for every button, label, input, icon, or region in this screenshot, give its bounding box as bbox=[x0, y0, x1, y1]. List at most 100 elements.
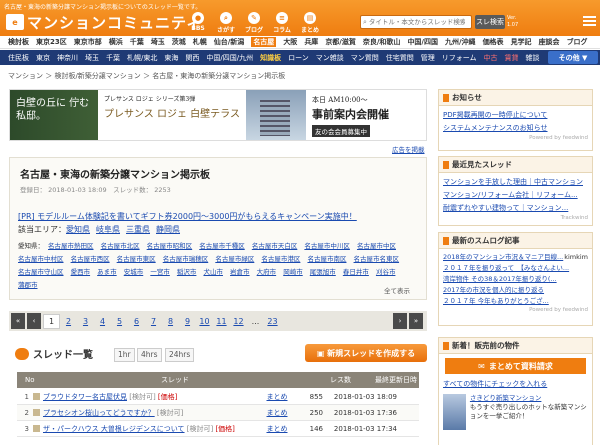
notice-item[interactable]: システムメンテナンスのお知らせ bbox=[443, 124, 548, 132]
page-link[interactable]: 1 bbox=[43, 313, 60, 329]
page-link[interactable]: 9 bbox=[179, 317, 196, 326]
city-link[interactable]: あま市 bbox=[97, 268, 117, 276]
area-nav-item[interactable]: 兵庫 bbox=[304, 37, 318, 47]
recent-item[interactable]: 耐震ずれやすい建物って｜マンション... bbox=[443, 204, 568, 212]
city-link[interactable]: 岩倉市 bbox=[230, 268, 250, 276]
page-link[interactable]: 5 bbox=[111, 317, 128, 326]
city-link[interactable]: 名古屋市熱田区 bbox=[48, 242, 94, 250]
nav-matome[interactable]: ▤ まとめ bbox=[298, 12, 322, 34]
last-page-button[interactable]: » bbox=[409, 313, 423, 329]
category-nav-item[interactable]: 住民板 bbox=[8, 53, 29, 63]
page-link[interactable]: 2 bbox=[60, 317, 77, 326]
city-link[interactable]: 春日井市 bbox=[343, 268, 369, 276]
page-link[interactable]: 10 bbox=[196, 317, 213, 326]
page-link[interactable]: 6 bbox=[128, 317, 145, 326]
page-link[interactable]: 11 bbox=[213, 317, 230, 326]
city-link[interactable]: 名古屋市南区 bbox=[307, 255, 346, 263]
promo-block[interactable]: さきどり新築マンション もうすぐ売り出しのホットな新築マンションを一挙ご紹介！ bbox=[439, 391, 592, 433]
category-nav-item[interactable]: 管理 bbox=[421, 53, 435, 63]
city-link[interactable]: 刈谷市 bbox=[376, 268, 396, 276]
next-page-button[interactable]: › bbox=[393, 313, 407, 329]
area-link[interactable]: 三重県 bbox=[126, 225, 150, 234]
promo-title[interactable]: さきどり新築マンション bbox=[470, 394, 542, 402]
city-link[interactable]: 名古屋市港区 bbox=[261, 255, 300, 263]
category-nav-item[interactable]: マン雑談 bbox=[316, 53, 344, 63]
city-link[interactable]: 大府市 bbox=[257, 268, 277, 276]
area-nav-item[interactable]: 座談会 bbox=[539, 37, 560, 47]
page-link[interactable]: 23 bbox=[264, 317, 281, 326]
city-link[interactable]: 名古屋市緑区 bbox=[215, 255, 254, 263]
page-link[interactable]: 4 bbox=[94, 317, 111, 326]
city-link[interactable]: 名古屋市名東区 bbox=[354, 255, 400, 263]
first-page-button[interactable]: « bbox=[11, 313, 25, 329]
page-link[interactable]: 7 bbox=[145, 317, 162, 326]
matome-request-button[interactable]: ✉ まとめて資料請求 bbox=[445, 358, 586, 374]
ad-banner[interactable]: 白壁の丘に 佇む私邸。 プレサンス ロジェ シリーズ第3弾 プレサンス ロジェ … bbox=[9, 89, 427, 141]
area-link[interactable]: 愛知県 bbox=[66, 225, 90, 234]
city-link[interactable]: 名古屋市中区 bbox=[357, 242, 396, 250]
notice-item[interactable]: PDF掲載再開の一時停止について bbox=[443, 111, 547, 119]
city-link[interactable]: 安城市 bbox=[124, 268, 144, 276]
city-link[interactable]: 一宮市 bbox=[150, 268, 170, 276]
area-nav-item[interactable]: 名古屋 bbox=[251, 37, 277, 47]
city-link[interactable]: 名古屋市天白区 bbox=[252, 242, 298, 250]
matome-link[interactable]: まとめ bbox=[259, 392, 295, 402]
city-link[interactable]: 名古屋市中村区 bbox=[18, 255, 64, 263]
sumlog-link[interactable]: 湾岸物件 その38＆2017年振り返り(... bbox=[443, 275, 557, 284]
page-link[interactable]: 8 bbox=[162, 317, 179, 326]
site-logo[interactable]: e マンションコミュニティ bbox=[6, 12, 202, 32]
area-nav-item[interactable]: 見学記 bbox=[511, 37, 532, 47]
category-nav-item[interactable]: 賃貸 bbox=[505, 53, 519, 63]
category-nav-item[interactable]: ローン bbox=[288, 53, 309, 63]
nav-bbs[interactable]: ● BBS bbox=[186, 12, 210, 34]
category-nav-item[interactable]: 中古 bbox=[484, 53, 498, 63]
city-link[interactable]: 岡崎市 bbox=[283, 268, 303, 276]
area-nav-item[interactable]: 千葉 bbox=[130, 37, 144, 47]
menu-icon[interactable] bbox=[583, 14, 596, 27]
sumlog-link[interactable]: 2017年の市況を個人的に振り返る bbox=[443, 286, 544, 295]
category-nav-item[interactable]: 中国/四国/九州 bbox=[206, 53, 253, 63]
price-tag[interactable]: [価格] bbox=[213, 425, 234, 433]
category-nav-item[interactable]: リフォーム bbox=[442, 53, 477, 63]
breadcrumb-item[interactable]: マンション bbox=[8, 72, 43, 80]
area-nav-item[interactable]: 札幌 bbox=[193, 37, 207, 47]
category-nav-item[interactable]: マン質問 bbox=[351, 53, 379, 63]
area-nav-item[interactable]: 東京市部 bbox=[74, 37, 102, 47]
nav-search[interactable]: ⌕ さがす bbox=[214, 12, 238, 34]
area-nav-item[interactable]: 検討板 bbox=[8, 37, 29, 47]
area-link[interactable]: 静岡県 bbox=[156, 225, 180, 234]
category-nav-item[interactable]: 東海 bbox=[164, 53, 178, 63]
category-nav-item[interactable]: 神奈川 bbox=[57, 53, 78, 63]
search-button[interactable]: スレ検索 bbox=[475, 15, 505, 29]
sort-24hrs[interactable]: 24hrs bbox=[165, 348, 195, 362]
price-tag[interactable]: [価格] bbox=[156, 393, 177, 401]
category-nav-item[interactable]: 東京 bbox=[36, 53, 50, 63]
city-link[interactable]: 名古屋市北区 bbox=[101, 242, 140, 250]
city-link[interactable]: 名古屋市東区 bbox=[117, 255, 156, 263]
pr-link[interactable]: [PR] モデルルーム体験記を書いてギフト券2000円～3000円がもらえるキャ… bbox=[18, 211, 357, 222]
city-link[interactable]: 名古屋市千種区 bbox=[199, 242, 245, 250]
sumlog-link[interactable]: 2018年のマンション市況＆マニア目線... bbox=[443, 253, 563, 262]
city-link[interactable]: 名古屋市西区 bbox=[71, 255, 110, 263]
show-all-link[interactable]: 全て表示 bbox=[384, 285, 410, 295]
city-link[interactable]: 尾張旭市 bbox=[310, 268, 336, 276]
area-nav-item[interactable]: 東京23区 bbox=[36, 37, 67, 47]
matome-link[interactable]: まとめ bbox=[259, 408, 295, 418]
recent-item[interactable]: マンションを手放した理由｜中古マンション bbox=[443, 178, 583, 186]
sort-1hr[interactable]: 1hr bbox=[114, 348, 135, 362]
area-nav-item[interactable]: 茨城 bbox=[172, 37, 186, 47]
category-nav-item[interactable]: 千葉 bbox=[106, 53, 120, 63]
prev-page-button[interactable]: ‹ bbox=[27, 313, 41, 329]
sumlog-link[interactable]: ２０１７年を振り返って 【みなさんよい... bbox=[443, 264, 569, 273]
area-nav-item[interactable]: ブログ bbox=[567, 37, 588, 47]
thread-link[interactable]: プラセシオン桜山ってどうですか？ bbox=[43, 409, 155, 417]
new-thread-button[interactable]: ▣ 新規スレッドを作成する bbox=[305, 344, 427, 362]
city-link[interactable]: 稲沢市 bbox=[177, 268, 197, 276]
area-nav-item[interactable]: 埼玉 bbox=[151, 37, 165, 47]
category-nav-item[interactable]: 札幌/東北 bbox=[127, 53, 157, 63]
city-link[interactable]: 愛西市 bbox=[71, 268, 91, 276]
area-nav-item[interactable]: 仙台/新潟 bbox=[214, 37, 245, 47]
ad-post-link[interactable]: 広告を掲載 bbox=[392, 144, 425, 154]
thread-link[interactable]: ザ・パークハウス 大曽根レジデンスについて bbox=[43, 425, 185, 433]
city-link[interactable]: 名古屋市中川区 bbox=[304, 242, 350, 250]
